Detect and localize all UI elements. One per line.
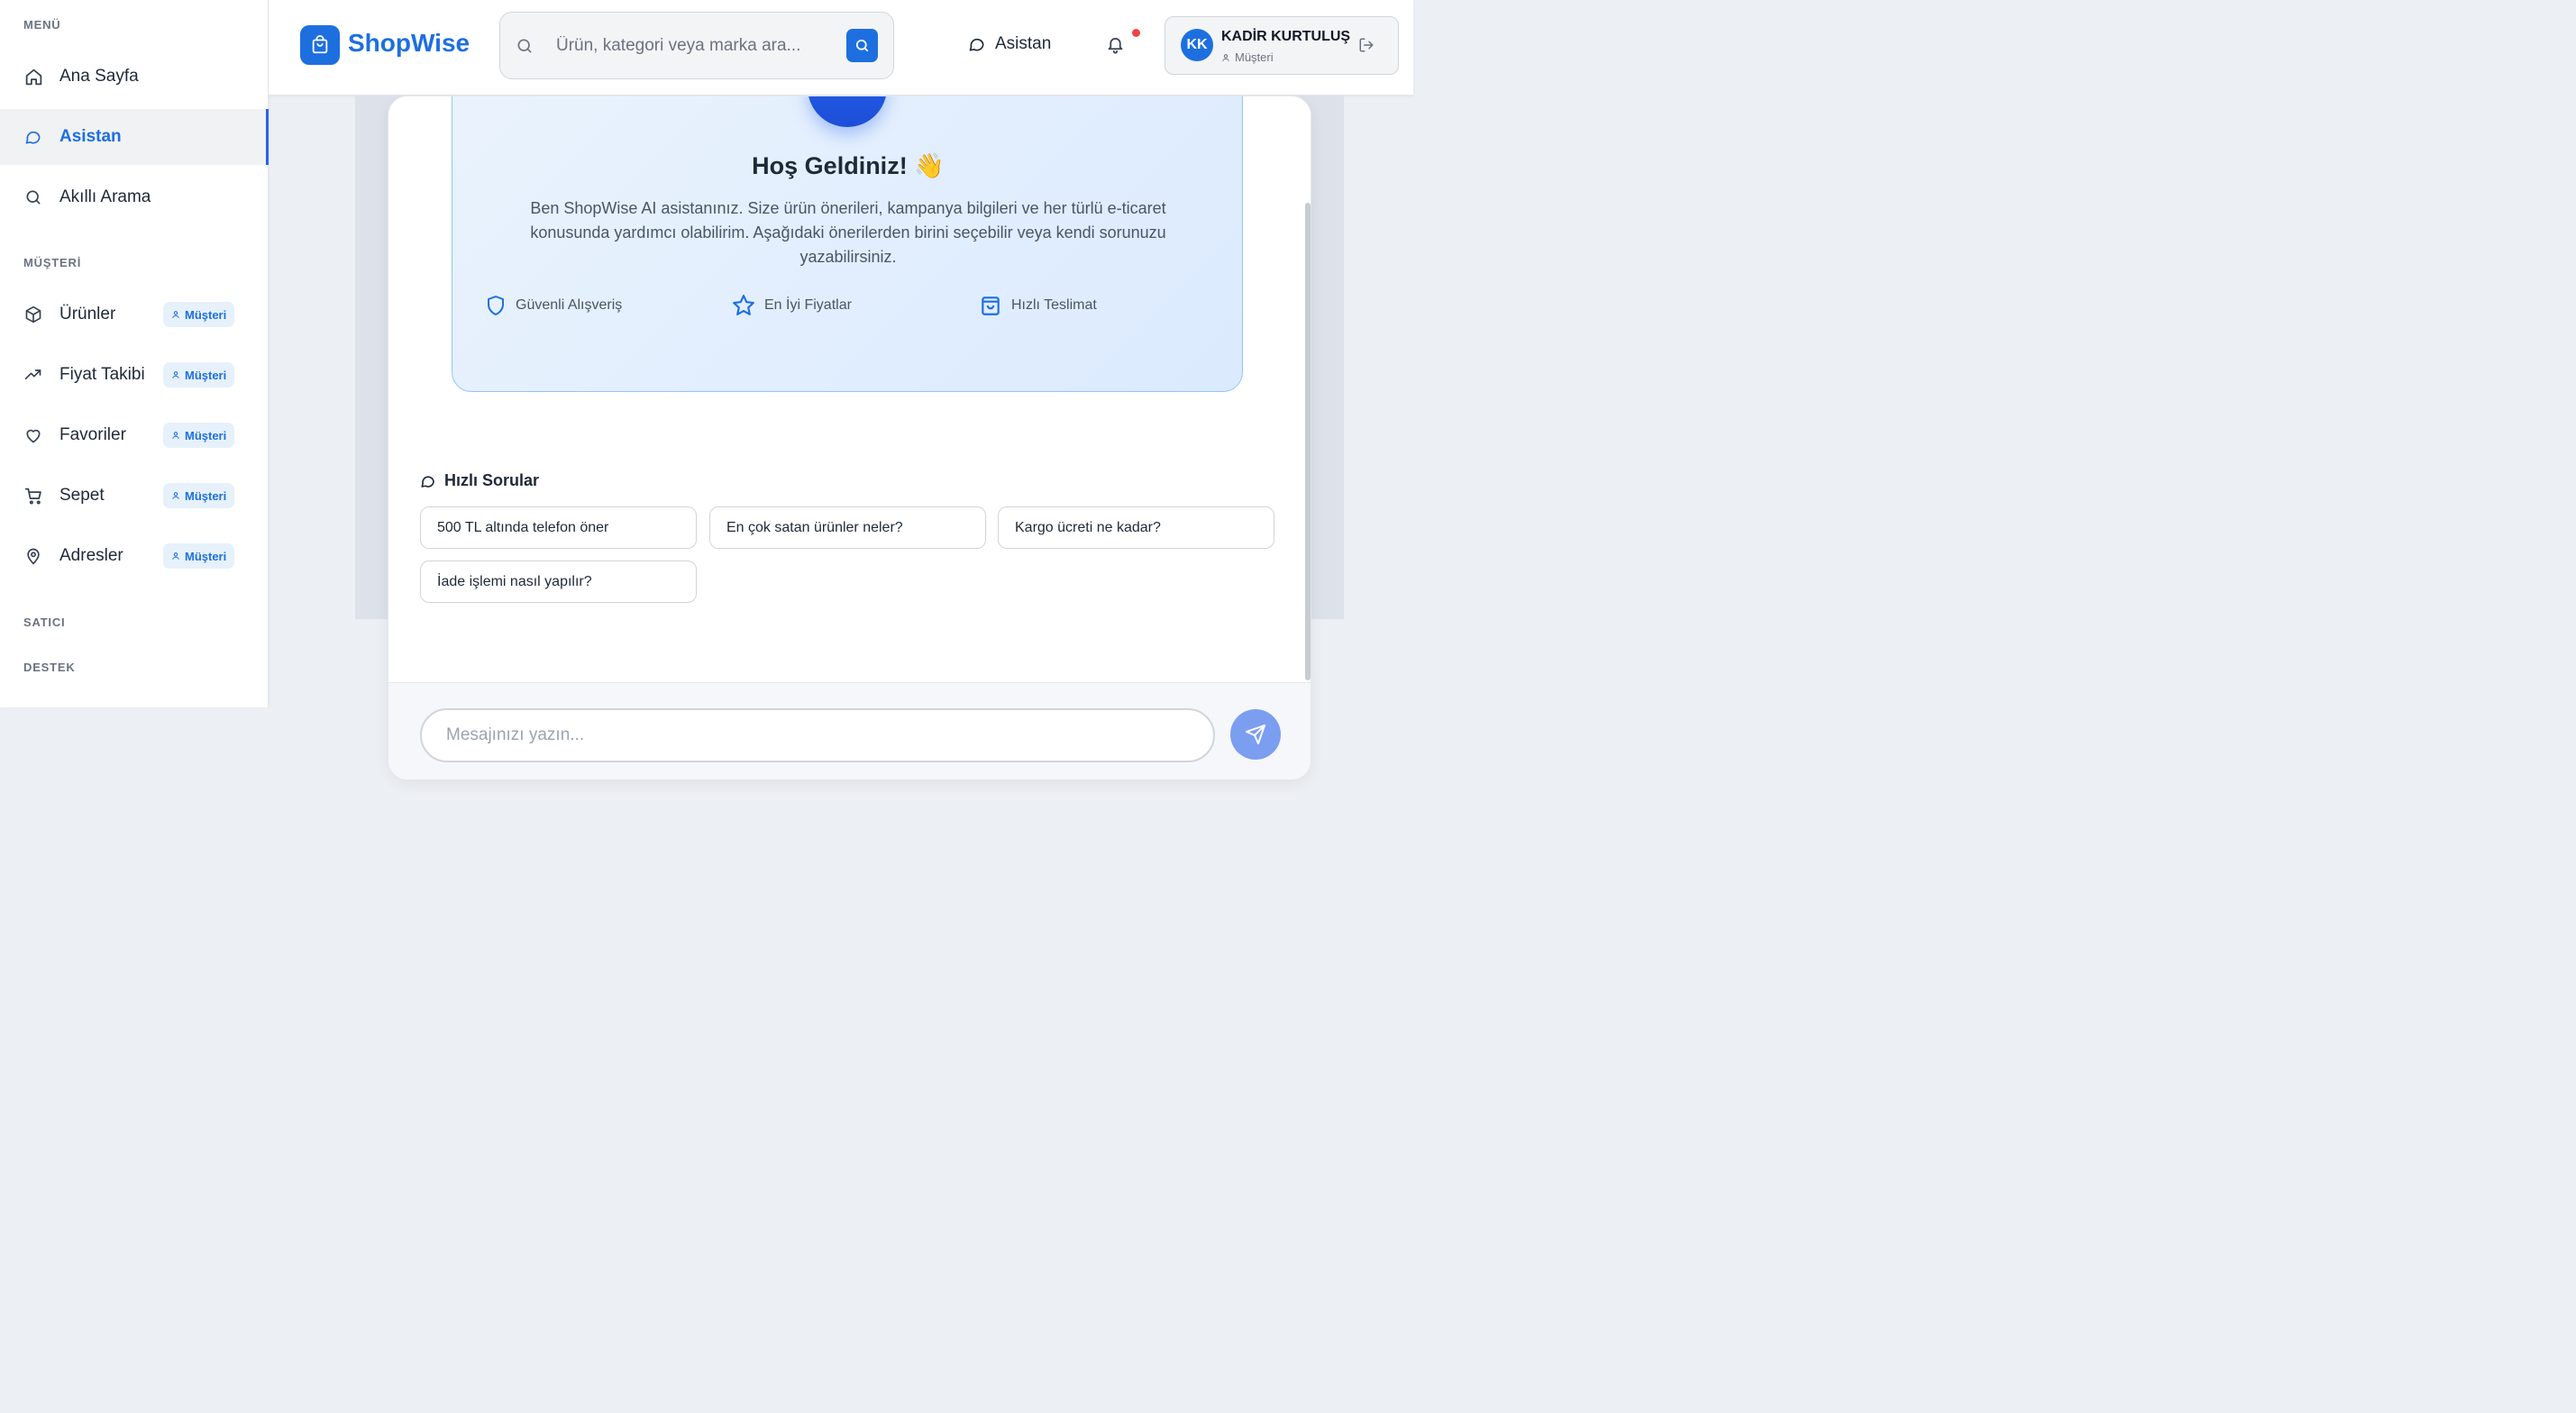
- shield-icon: [488, 296, 504, 315]
- box-icon: [23, 305, 43, 324]
- user-icon: [172, 311, 179, 318]
- user-role: Müşteri: [1221, 50, 1274, 64]
- search-submit-button[interactable]: [846, 29, 878, 62]
- sidebar-item-label: Favoriler: [59, 425, 126, 444]
- search-icon: [516, 37, 534, 59]
- sidebar-item-label: Ürünler: [59, 305, 116, 324]
- welcome-title: Hoş Geldiniz! 👋: [752, 152, 945, 179]
- badge-label: Müşteri: [185, 428, 227, 442]
- user-icon: [1222, 53, 1229, 61]
- robot-icon: [808, 96, 887, 127]
- user-icon: [172, 492, 179, 499]
- user-icon: [172, 432, 179, 439]
- sidebar-item-label: Akıllı Arama: [59, 187, 151, 206]
- quick-question-chip[interactable]: Kargo ücreti ne kadar?: [998, 506, 1274, 549]
- sidebar-item-label: Sepet: [59, 486, 105, 505]
- customer-badge: Müşteri: [163, 362, 235, 387]
- feature-label: Hızlı Teslimat: [1011, 297, 1097, 313]
- chat-scrollbar[interactable]: [1305, 203, 1311, 680]
- brand-name[interactable]: ShopWise: [348, 29, 470, 58]
- customer-badge: Müşteri: [163, 302, 235, 327]
- assistant-link-label: Asistan: [995, 34, 1052, 53]
- sidebar-item-label: Asistan: [59, 127, 122, 146]
- customer-badge: Müşteri: [163, 543, 235, 569]
- section-label-menu: MENÜ: [23, 18, 61, 32]
- sidebar-item-smart-search[interactable]: Akıllı Arama: [0, 169, 269, 225]
- message-input[interactable]: [420, 708, 1215, 762]
- feature-label: En İyi Fiyatlar: [764, 297, 852, 313]
- sidebar-item-favorites[interactable]: Favoriler Müşteri: [0, 407, 269, 463]
- section-label-customer: MÜŞTERİ: [23, 256, 82, 269]
- quick-question-chip[interactable]: En çok satan ürünler neler?: [709, 506, 986, 549]
- sidebar-item-assistant[interactable]: Asistan: [0, 109, 269, 165]
- sidebar-item-label: Fiyat Takibi: [59, 365, 145, 384]
- shopping-bag-icon: [982, 296, 1000, 315]
- search-bar: [499, 12, 894, 79]
- badge-label: Müşteri: [185, 549, 227, 563]
- chat-panel: Hoş Geldiniz! 👋 Ben ShopWise AI asistanı…: [388, 96, 1311, 780]
- search-input[interactable]: [556, 32, 836, 59]
- sidebar-item-products[interactable]: Ürünler Müşteri: [0, 287, 269, 342]
- sidebar-item-label: Ana Sayfa: [59, 67, 139, 86]
- header-assistant-link[interactable]: Asistan: [968, 34, 1051, 54]
- chat-icon: [23, 127, 43, 147]
- search-icon: [23, 187, 43, 207]
- avatar: KK: [1181, 29, 1213, 61]
- feature-label: Güvenli Alışveriş: [516, 297, 623, 313]
- user-menu[interactable]: KK KADİR KURTULUŞ Müşteri: [1165, 16, 1399, 75]
- user-icon: [172, 371, 179, 378]
- customer-badge: Müşteri: [163, 423, 235, 448]
- quick-question-chip[interactable]: İade işlemi nasıl yapılır?: [420, 561, 697, 603]
- star-icon: [733, 295, 754, 315]
- user-role-label: Müşteri: [1235, 50, 1274, 64]
- trending-up-icon: [23, 365, 43, 385]
- customer-badge: Müşteri: [163, 483, 235, 508]
- feature-fast-delivery: Hızlı Teslimat: [979, 294, 1097, 317]
- quick-questions-title: Hızlı Sorular: [444, 471, 540, 489]
- top-header: ShopWise Asistan KK KADİR KURTULUŞ Müşte…: [269, 0, 1413, 96]
- quick-questions-header: Hızlı Sorular: [420, 471, 539, 490]
- sidebar-item-label: Adresler: [59, 546, 123, 565]
- sidebar-item-price-tracking[interactable]: Fiyat Takibi Müşteri: [0, 347, 269, 403]
- quick-question-chip[interactable]: 500 TL altında telefon öner: [420, 506, 697, 549]
- section-label-support[interactable]: DESTEK: [23, 661, 76, 674]
- notification-dot: [1132, 29, 1140, 37]
- user-name: KADİR KURTULUŞ: [1221, 29, 1351, 44]
- bell-icon[interactable]: [1106, 34, 1125, 59]
- send-icon: [1246, 725, 1265, 744]
- map-pin-icon: [23, 546, 43, 566]
- user-icon: [172, 552, 179, 560]
- chat-icon: [421, 475, 434, 488]
- section-label-seller[interactable]: SATICI: [23, 615, 65, 629]
- search-icon: [855, 39, 869, 52]
- sidebar: MENÜ Ana Sayfa Asistan Akıllı Arama MÜŞT…: [0, 0, 269, 707]
- app-root: MENÜ Ana Sayfa Asistan Akıllı Arama MÜŞT…: [0, 0, 1413, 780]
- home-icon: [23, 67, 43, 87]
- badge-label: Müşteri: [185, 488, 227, 503]
- sidebar-item-home[interactable]: Ana Sayfa: [0, 49, 269, 105]
- badge-label: Müşteri: [185, 368, 227, 382]
- logout-icon[interactable]: [1358, 37, 1375, 58]
- chat-icon: [969, 38, 984, 51]
- feature-best-prices: En İyi Fiyatlar: [732, 294, 852, 317]
- welcome-description: Ben ShopWise AI asistanınız. Size ürün ö…: [530, 199, 1166, 266]
- badge-label: Müşteri: [185, 307, 227, 322]
- sidebar-item-cart[interactable]: Sepet Müşteri: [0, 468, 269, 524]
- feature-secure-shopping: Güvenli Alışveriş: [485, 294, 622, 317]
- shopping-bag-logo-icon[interactable]: [300, 25, 340, 65]
- cart-icon: [23, 486, 43, 506]
- welcome-card: Hoş Geldiniz! 👋 Ben ShopWise AI asistanı…: [452, 96, 1243, 392]
- message-composer: [388, 682, 1311, 779]
- sidebar-item-addresses[interactable]: Adresler Müşteri: [0, 528, 269, 584]
- send-button[interactable]: [1230, 709, 1281, 760]
- heart-icon: [23, 425, 43, 445]
